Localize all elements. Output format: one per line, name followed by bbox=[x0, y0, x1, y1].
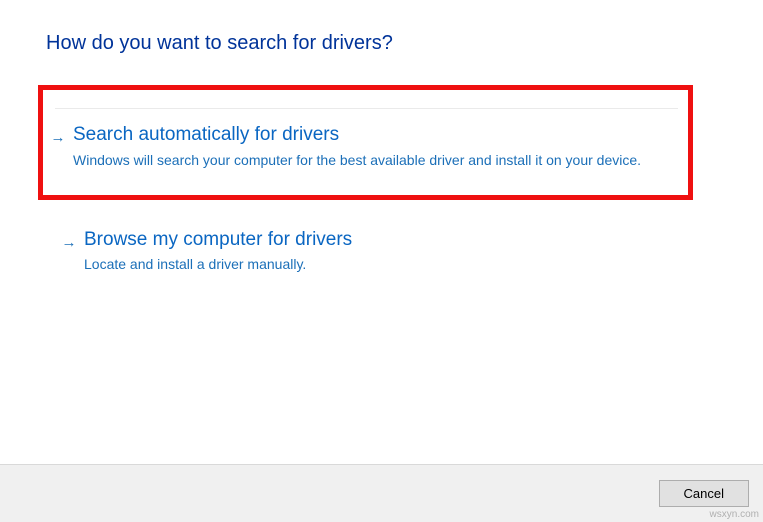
option-search-automatically[interactable]: → Search automatically for drivers Windo… bbox=[43, 123, 678, 171]
option-text: Browse my computer for drivers Locate an… bbox=[84, 228, 717, 276]
arrow-right-icon: → bbox=[51, 129, 66, 146]
arrow-col: → bbox=[54, 228, 84, 251]
option-search-automatically-highlight: → Search automatically for drivers Windo… bbox=[38, 85, 693, 200]
cancel-button[interactable]: Cancel bbox=[659, 480, 749, 507]
option-description: Windows will search your computer for th… bbox=[73, 150, 658, 171]
separator bbox=[55, 108, 678, 109]
main-content: How do you want to search for drivers? →… bbox=[0, 0, 763, 275]
page-title: How do you want to search for drivers? bbox=[46, 32, 717, 55]
option-text: Search automatically for drivers Windows… bbox=[73, 123, 678, 171]
footer-bar: Cancel bbox=[0, 464, 763, 522]
arrow-col: → bbox=[43, 123, 73, 146]
option-description: Locate and install a driver manually. bbox=[84, 254, 697, 275]
option-browse-computer[interactable]: → Browse my computer for drivers Locate … bbox=[54, 228, 717, 276]
option-title: Browse my computer for drivers bbox=[84, 228, 697, 253]
option-browse-wrapper: → Browse my computer for drivers Locate … bbox=[46, 228, 717, 276]
arrow-right-icon: → bbox=[62, 234, 77, 251]
option-title: Search automatically for drivers bbox=[73, 123, 658, 148]
watermark: wsxyn.com bbox=[710, 509, 759, 520]
